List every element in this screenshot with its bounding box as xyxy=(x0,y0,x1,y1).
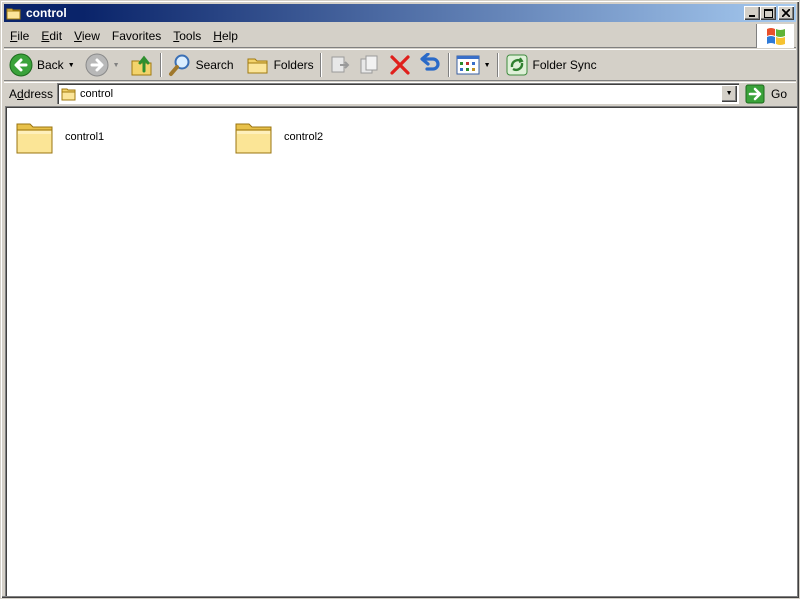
go-arrow-icon xyxy=(745,84,765,103)
menu-tools[interactable]: Tools xyxy=(167,27,207,45)
copy-to-button[interactable] xyxy=(355,51,385,79)
address-combobox[interactable]: control ▼ xyxy=(57,83,740,104)
folders-label: Folders xyxy=(273,58,314,72)
views-icon xyxy=(456,55,480,75)
toolbar-separator xyxy=(496,53,499,77)
folder-icon xyxy=(16,123,53,154)
views-button[interactable]: ▼ xyxy=(453,51,494,79)
minimize-button[interactable] xyxy=(744,6,760,20)
maximize-icon xyxy=(763,8,773,18)
close-button[interactable] xyxy=(778,6,794,20)
chevron-down-icon: ▼ xyxy=(725,90,733,97)
back-dropdown-arrow-icon[interactable]: ▼ xyxy=(68,62,75,69)
close-icon xyxy=(782,9,790,17)
go-label: Go xyxy=(771,86,788,101)
undo-button[interactable] xyxy=(415,51,445,79)
up-folder-button[interactable] xyxy=(127,51,157,79)
go-button[interactable]: Go xyxy=(745,84,787,104)
views-dropdown-arrow-icon[interactable]: ▼ xyxy=(484,62,491,69)
back-label: Back xyxy=(37,58,64,72)
windows-flag-icon xyxy=(766,28,785,45)
address-dropdown-button[interactable]: ▼ xyxy=(721,85,738,102)
title-bar[interactable]: control xyxy=(4,4,796,22)
menu-bar: File Edit View Favorites Tools Help xyxy=(4,24,796,48)
caption-buttons xyxy=(744,6,794,20)
folder-name: control1 xyxy=(65,131,105,143)
folder-icon xyxy=(6,8,21,20)
address-input[interactable]: control xyxy=(80,88,113,100)
folder-icon xyxy=(61,88,76,100)
explorer-window: control File Edit View Favorites Tools H… xyxy=(0,0,800,599)
menu-favorites[interactable]: Favorites xyxy=(106,27,167,45)
forward-arrow-icon xyxy=(85,53,109,77)
back-arrow-icon xyxy=(9,53,33,77)
move-to-button[interactable] xyxy=(325,51,355,79)
folder-name: control2 xyxy=(284,131,324,143)
forward-dropdown-arrow-icon[interactable]: ▼ xyxy=(113,62,120,69)
toolbar-separator xyxy=(319,53,322,77)
address-bar: Address control ▼ Go xyxy=(4,82,796,104)
toolbar-separator xyxy=(159,53,162,77)
up-folder-icon xyxy=(131,55,152,76)
maximize-button[interactable] xyxy=(760,6,776,20)
menu-edit[interactable]: Edit xyxy=(35,27,68,45)
move-to-icon xyxy=(331,56,350,73)
delete-button[interactable] xyxy=(385,51,415,79)
folders-icon xyxy=(247,58,268,74)
copy-to-icon xyxy=(360,55,378,74)
search-button[interactable]: Search xyxy=(165,51,237,79)
back-button[interactable]: Back ▼ xyxy=(4,51,78,79)
menu-view[interactable]: View xyxy=(68,27,106,45)
folder-sync-button[interactable]: Folder Sync xyxy=(502,51,600,79)
folder-item-control2[interactable]: control2 xyxy=(234,118,323,156)
menu-file[interactable]: File xyxy=(4,27,35,45)
search-label: Search xyxy=(195,58,234,72)
windows-logo xyxy=(756,24,794,48)
delete-icon xyxy=(390,55,410,75)
file-list-view[interactable]: control1 control2 xyxy=(5,106,797,596)
menu-help[interactable]: Help xyxy=(207,27,244,45)
minimize-icon xyxy=(749,15,755,17)
standard-toolbar: Back ▼ ▼ Search Folders ▼ Folder Sync xyxy=(4,49,796,81)
folder-sync-label: Folder Sync xyxy=(532,58,597,72)
undo-icon xyxy=(420,53,440,71)
forward-button[interactable]: ▼ xyxy=(82,51,123,79)
search-icon xyxy=(168,54,190,76)
window-title: control xyxy=(26,6,67,20)
address-label: Address xyxy=(9,86,54,101)
folder-icon xyxy=(235,123,272,154)
folder-item-control1[interactable]: control1 xyxy=(15,118,104,156)
toolbar-separator xyxy=(447,53,450,77)
folder-sync-icon xyxy=(506,54,528,76)
folders-button[interactable]: Folders xyxy=(243,51,317,79)
